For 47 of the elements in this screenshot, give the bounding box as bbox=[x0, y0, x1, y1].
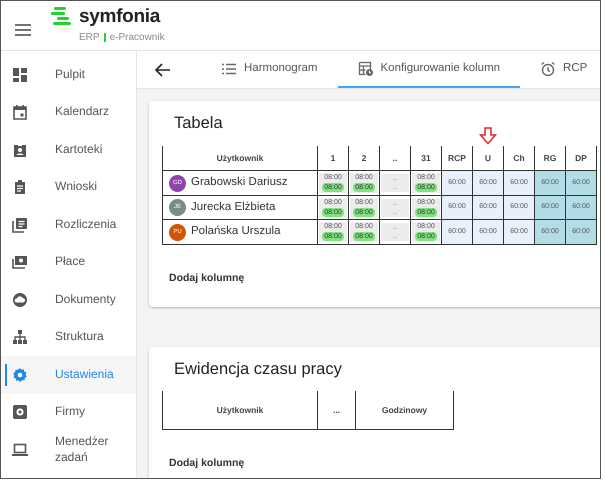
column-header: Użytkownik bbox=[162, 391, 318, 430]
sidebar-item[interactable]: Dokumenty bbox=[1, 281, 136, 318]
tab[interactable]: Harmonogram bbox=[201, 51, 338, 88]
user-name: Grabowski Dariusz bbox=[191, 175, 288, 190]
sidebar-item[interactable]: Płace bbox=[1, 244, 136, 281]
dashboard-icon bbox=[12, 66, 28, 83]
cloud-icon bbox=[12, 292, 28, 308]
column-header: 2 bbox=[348, 146, 380, 171]
sidebar-item[interactable]: Menedżer zadań bbox=[1, 431, 136, 468]
section-title: Tabela bbox=[174, 113, 224, 134]
sidebar-item[interactable]: Struktura bbox=[1, 318, 136, 356]
section-title: Ewidencja czasu pracy bbox=[174, 358, 343, 380]
menu-icon bbox=[15, 23, 31, 38]
sidebar-item[interactable]: Kalendarz bbox=[1, 94, 136, 131]
add-column-link[interactable]: Dodaj kolumnę bbox=[169, 270, 244, 286]
logo-text: symfonia bbox=[79, 7, 160, 26]
calendar-clock-icon bbox=[358, 60, 374, 76]
column-header: Użytkownik bbox=[162, 146, 318, 171]
documents-icon bbox=[12, 216, 28, 233]
logo-icon bbox=[51, 6, 73, 26]
sidebar-item[interactable]: Firmy bbox=[1, 394, 136, 431]
column-header: Godzinowy bbox=[356, 391, 454, 430]
clipboard-icon bbox=[12, 179, 28, 196]
settings-icon bbox=[12, 366, 28, 383]
user-name: Jurecka Elżbieta bbox=[191, 200, 276, 215]
column-header: ... bbox=[318, 391, 356, 430]
laptop-icon bbox=[12, 442, 28, 458]
sidebar-item[interactable]: Pulpit bbox=[1, 56, 136, 94]
sidebar-item[interactable]: Wnioski bbox=[1, 168, 136, 206]
calendar-icon bbox=[12, 104, 28, 120]
user-name: Polańska Urszula bbox=[191, 224, 280, 240]
module-label: e-Pracownik bbox=[110, 30, 165, 44]
add-column-link[interactable]: Dodaj kolumnę bbox=[169, 456, 244, 472]
separator-icon bbox=[104, 32, 106, 42]
alarm-clock-icon bbox=[540, 60, 556, 76]
list-icon bbox=[221, 60, 237, 76]
column-header: 1 bbox=[318, 146, 348, 171]
gear-square-icon bbox=[12, 404, 28, 420]
sidebar-item[interactable]: Rozliczenia bbox=[1, 206, 136, 244]
banknote-icon bbox=[12, 254, 28, 270]
product-label: ERP bbox=[79, 30, 100, 44]
column-header: .. bbox=[380, 146, 410, 171]
tab[interactable]: RCP bbox=[520, 51, 600, 88]
hierarchy-icon bbox=[12, 329, 28, 346]
column-header: 31 bbox=[410, 146, 442, 171]
sidebar-item[interactable]: Kartoteki bbox=[1, 131, 136, 168]
back-arrow-icon bbox=[155, 62, 171, 76]
